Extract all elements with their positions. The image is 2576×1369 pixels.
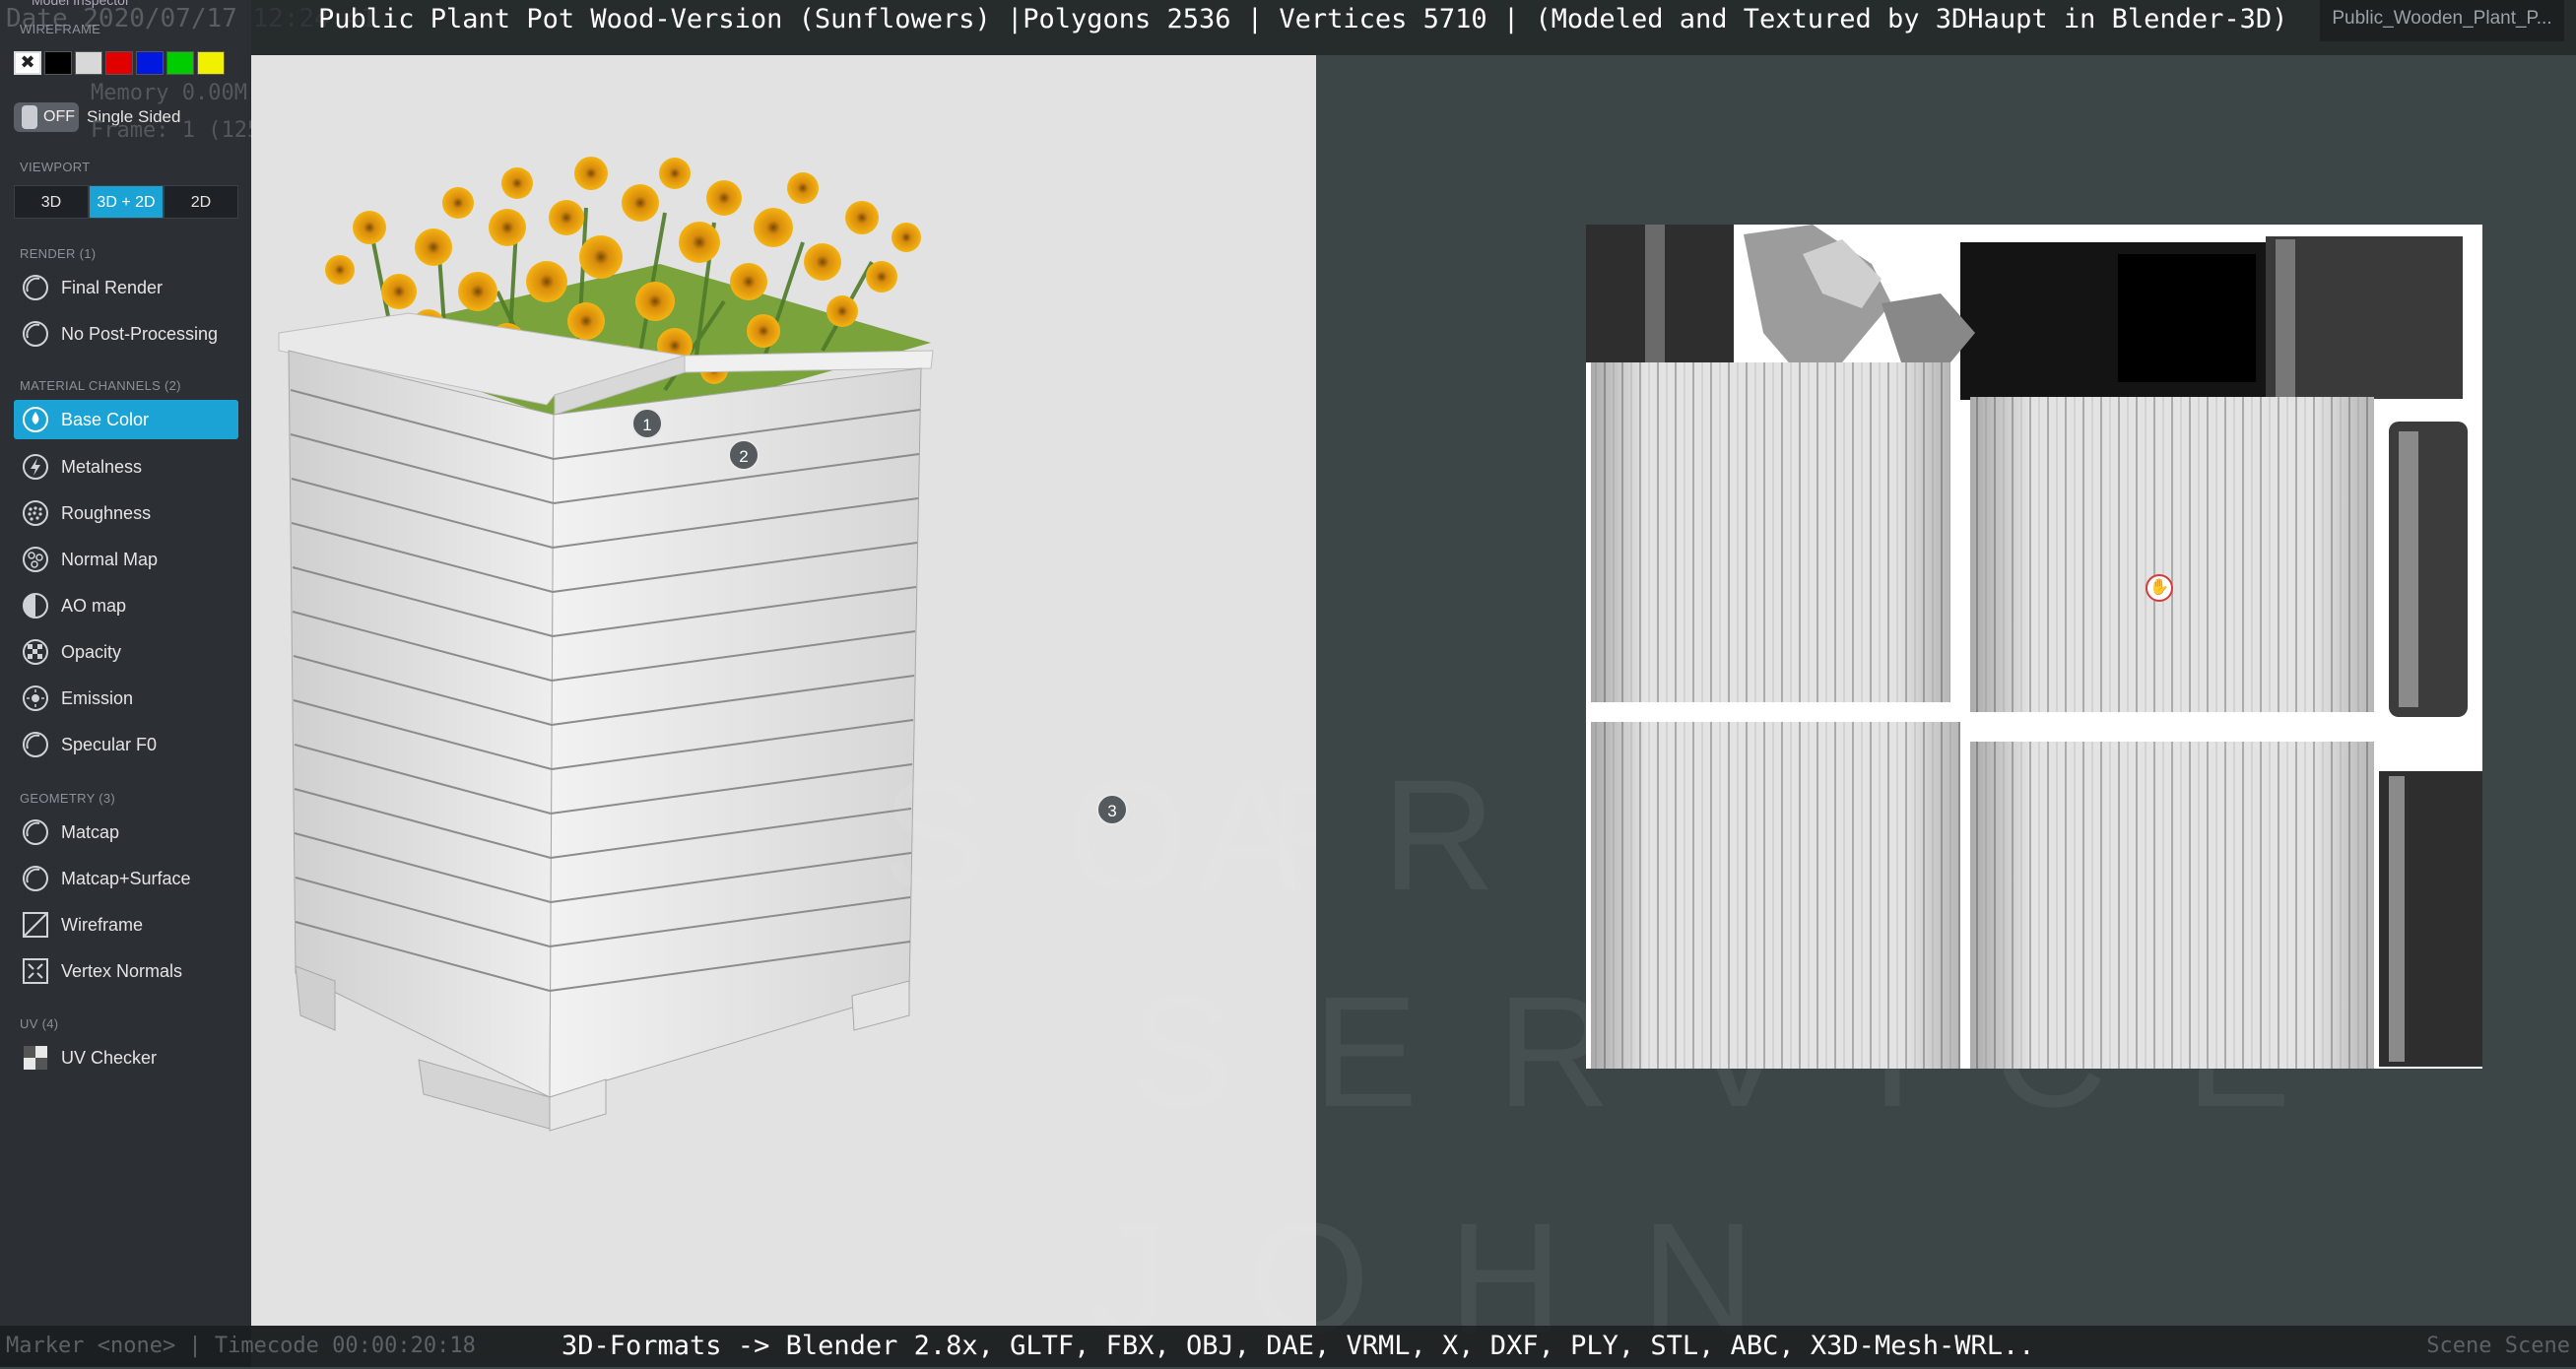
wireframe-label: WIREFRAME — [20, 22, 101, 36]
sphere-icon — [22, 320, 49, 348]
swatch-grey[interactable] — [75, 51, 102, 75]
menu-label: Metalness — [61, 456, 143, 477]
file-name-label: Public_Wooden_Plant_P... — [2320, 0, 2564, 41]
menu-base-color[interactable]: Base Color — [14, 400, 238, 439]
menu-label: Normal Map — [61, 549, 159, 569]
single-sided-toggle[interactable]: OFF — [14, 102, 79, 132]
tab-3d[interactable]: 3D — [14, 185, 89, 219]
inspector-sidebar: Model Inspector Date 2020/07/17 12:24:41… — [0, 0, 376, 1367]
title-bar: Public Plant Pot Wood-Version (Sunflower… — [251, 0, 2576, 55]
formats-bar: Marker <none> | Timecode 00:00:20:18 3D-… — [0, 1326, 2576, 1367]
swatch-black[interactable] — [44, 51, 72, 75]
scene-overlay: Scene Scene — [2426, 1334, 2570, 1358]
swatch-blue[interactable] — [136, 51, 164, 75]
sphere-icon — [22, 274, 49, 301]
lightning-icon — [22, 453, 49, 481]
toggle-state: OFF — [43, 108, 75, 125]
menu-label: Roughness — [61, 502, 152, 523]
material-label: MATERIAL CHANNELS (2) — [20, 378, 181, 393]
menu-label: Emission — [61, 687, 134, 708]
tab-2d[interactable]: 2D — [164, 185, 238, 219]
checker-circle-icon — [22, 638, 49, 666]
hotspot-2[interactable]: 2 — [728, 439, 760, 471]
menu-opacity[interactable]: Opacity — [14, 632, 238, 672]
hotspot-3[interactable]: 3 — [1096, 794, 1128, 825]
menu-label: Matcap+Surface — [61, 868, 191, 888]
hotspot-1[interactable]: 1 — [631, 408, 663, 439]
hand-cursor-icon: ✋ — [2146, 574, 2173, 602]
marker-overlay: Marker <none> | Timecode 00:00:20:18 — [6, 1334, 476, 1358]
menu-roughness[interactable]: Roughness — [14, 493, 238, 533]
half-circle-icon — [22, 592, 49, 619]
dots-circle-icon — [22, 499, 49, 527]
menu-uv-checker[interactable]: UV Checker — [14, 1038, 238, 1077]
menu-normal-map[interactable]: Normal Map — [14, 540, 238, 579]
menu-label: No Post-Processing — [61, 323, 219, 344]
render-label: RENDER (1) — [20, 246, 97, 261]
menu-metalness[interactable]: Metalness — [14, 447, 238, 487]
menu-matcap[interactable]: Matcap — [14, 813, 238, 852]
menu-label: Vertex Normals — [61, 960, 183, 981]
sphere-icon — [22, 865, 49, 892]
menu-vertex-normals[interactable]: Vertex Normals — [14, 951, 238, 991]
swatch-none[interactable]: ✖ — [14, 51, 41, 75]
wireframe-swatches: ✖ — [14, 51, 225, 75]
swatch-green[interactable] — [166, 51, 194, 75]
swatch-yellow[interactable] — [197, 51, 225, 75]
menu-label: UV Checker — [61, 1047, 158, 1068]
droplet-icon — [22, 406, 49, 433]
swatch-red[interactable] — [105, 51, 133, 75]
menu-label: Final Render — [61, 277, 164, 297]
uv-label: UV (4) — [20, 1016, 59, 1031]
menu-label: AO map — [61, 595, 127, 616]
bumps-icon — [22, 546, 49, 573]
toggle-knob — [22, 105, 37, 129]
formats-text: 3D-Formats -> Blender 2.8x, GLTF, FBX, O… — [561, 1331, 2035, 1361]
uv-texture-map — [1586, 225, 2482, 1069]
menu-label: Wireframe — [61, 914, 144, 935]
viewport-label: VIEWPORT — [20, 160, 91, 174]
menu-no-post-processing[interactable]: No Post-Processing — [14, 314, 238, 354]
menu-final-render[interactable]: Final Render — [14, 268, 238, 307]
sphere-icon — [22, 818, 49, 846]
menu-matcap-surface[interactable]: Matcap+Surface — [14, 859, 238, 898]
menu-emission[interactable]: Emission — [14, 679, 238, 718]
checker-icon — [22, 1044, 49, 1072]
geometry-label: GEOMETRY (3) — [20, 791, 116, 806]
sun-icon — [22, 684, 49, 712]
sphere-icon — [22, 731, 49, 758]
menu-label: Base Color — [61, 409, 150, 429]
tab-3d-2d[interactable]: 3D + 2D — [89, 185, 164, 219]
menu-ao-map[interactable]: AO map — [14, 586, 238, 625]
wireframe-square-icon — [22, 911, 49, 939]
uv-viewport[interactable]: ARE SERVICE JOHN — [1090, 55, 2576, 1366]
menu-label: Specular F0 — [61, 734, 158, 754]
menu-specular-f0[interactable]: Specular F0 — [14, 725, 238, 764]
menu-label: Opacity — [61, 641, 122, 662]
menu-label: Matcap — [61, 821, 120, 842]
model-title: Public Plant Pot Wood-Version (Sunflower… — [318, 4, 2288, 34]
normals-arrows-icon — [22, 957, 49, 985]
viewport-tabs: 3D 3D + 2D 2D — [14, 185, 238, 219]
menu-wireframe[interactable]: Wireframe — [14, 905, 238, 945]
